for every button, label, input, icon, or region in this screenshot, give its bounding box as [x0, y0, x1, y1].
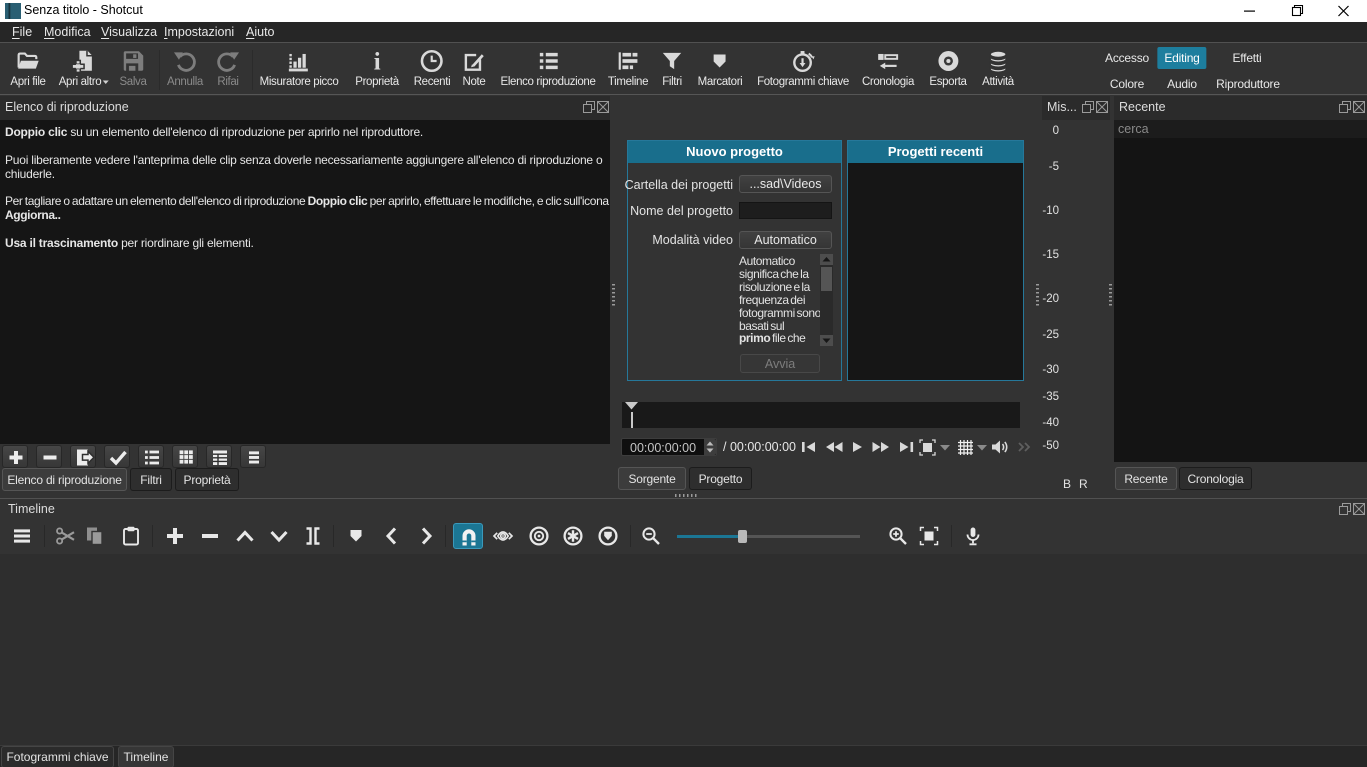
svg-text:i: i: [374, 49, 381, 74]
